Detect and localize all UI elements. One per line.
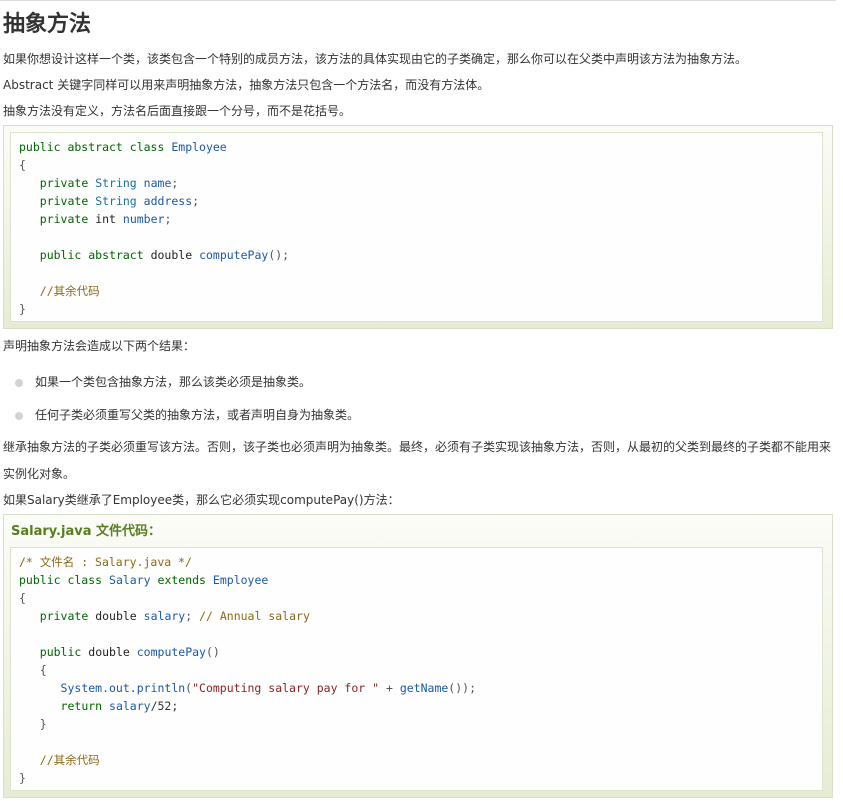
code-field-name: number [122, 212, 165, 226]
code-punct: ()); [448, 681, 476, 695]
list-item-text: 如果一个类包含抽象方法，那么该类必须是抽象类。 [35, 375, 312, 389]
intro-paragraph-2: Abstract 关键字同样可以用来声明抽象方法，抽象方法只包含一个方法名，而没… [3, 78, 490, 92]
bullet-icon [15, 412, 23, 420]
inherit-paragraph: 继承抽象方法的子类必须重写该方法。否则，该子类也必须声明为抽象类。最终，必须有子… [3, 440, 832, 481]
code-operator: + [379, 681, 400, 695]
code-example-salary: Salary.java 文件代码： /* 文件名 : Salary.java *… [3, 514, 833, 798]
salary-intro: 如果Salary类继承了Employee类，那么它必须实现computePay(… [3, 493, 400, 507]
code-method-name: computePay [136, 645, 206, 659]
list-item-text: 任何子类必须重写父类的抽象方法，或者声明自身为抽象类。 [35, 408, 360, 422]
code-comment: /* 文件名 : Salary.java */ [19, 555, 192, 569]
code-keyword: public abstract class [19, 140, 165, 154]
code-brace: { [39, 663, 47, 677]
code-keyword: private [39, 176, 89, 190]
code-type: double [88, 645, 130, 659]
code-keyword: private [39, 609, 89, 623]
code-punct: ; [185, 609, 193, 623]
code-type: String [95, 176, 137, 190]
code-keyword: public [39, 645, 82, 659]
code-comment: //其余代码 [39, 284, 100, 298]
code-punct: ; [171, 176, 179, 190]
code-block: public abstract class Employee { private… [10, 132, 823, 322]
code-type: int [95, 212, 116, 226]
code-keyword: private [39, 194, 89, 208]
code-keyword: public abstract [39, 248, 144, 262]
code-keyword: private [39, 212, 89, 226]
code-field-name: address [143, 194, 193, 208]
code-punct: () [206, 645, 220, 659]
result-intro: 声明抽象方法会造成以下两个结果： [3, 339, 196, 353]
code-field-name: salary [109, 699, 151, 713]
result-list: 如果一个类包含抽象方法，那么该类必须是抽象类。 任何子类必须重写父类的抽象方法，… [0, 366, 359, 432]
code-class-name: Salary [109, 573, 151, 587]
code-punct: /52; [150, 699, 179, 713]
code-file-title: Salary.java 文件代码： [11, 524, 161, 539]
code-keyword: return [60, 699, 103, 713]
top-divider [0, 0, 836, 1]
code-method-name: computePay [199, 248, 269, 262]
code-class-name: Employee [171, 140, 227, 154]
code-keyword: public class [19, 573, 103, 587]
section-heading: 抽象方法 [3, 12, 92, 37]
code-brace: { [19, 158, 26, 172]
code-call: getName [399, 681, 449, 695]
code-punct: ; [192, 194, 200, 208]
intro-paragraph-1: 如果你想设计这样一个类，该类包含一个特别的成员方法，该方法的具体实现由它的子类确… [3, 52, 748, 66]
code-type: double [95, 609, 137, 623]
list-item: 如果一个类包含抽象方法，那么该类必须是抽象类。 [0, 366, 359, 399]
code-brace: } [19, 302, 26, 316]
list-item: 任何子类必须重写父类的抽象方法，或者声明自身为抽象类。 [0, 399, 359, 432]
code-brace: { [19, 591, 26, 605]
code-type: String [95, 194, 137, 208]
code-punct: ; [164, 212, 172, 226]
code-comment: // Annual salary [199, 609, 310, 623]
code-field-name: salary [143, 609, 186, 623]
bullet-icon [15, 379, 23, 387]
code-keyword: extends [157, 573, 206, 587]
code-brace: } [39, 717, 47, 731]
code-brace: } [19, 771, 26, 785]
code-call: System.out.println [60, 681, 186, 695]
intro-paragraph-3: 抽象方法没有定义，方法名后面直接跟一个分号，而不是花括号。 [3, 104, 352, 118]
code-comment: //其余代码 [39, 753, 100, 767]
code-punct: (); [268, 248, 290, 262]
code-type: double [150, 248, 193, 262]
code-example-employee: public abstract class Employee { private… [3, 125, 833, 329]
code-string: "Computing salary pay for " [192, 681, 380, 695]
code-class-name: Employee [212, 573, 269, 587]
code-field-name: name [143, 176, 172, 190]
code-block: /* 文件名 : Salary.java */ public class Sal… [10, 547, 823, 791]
